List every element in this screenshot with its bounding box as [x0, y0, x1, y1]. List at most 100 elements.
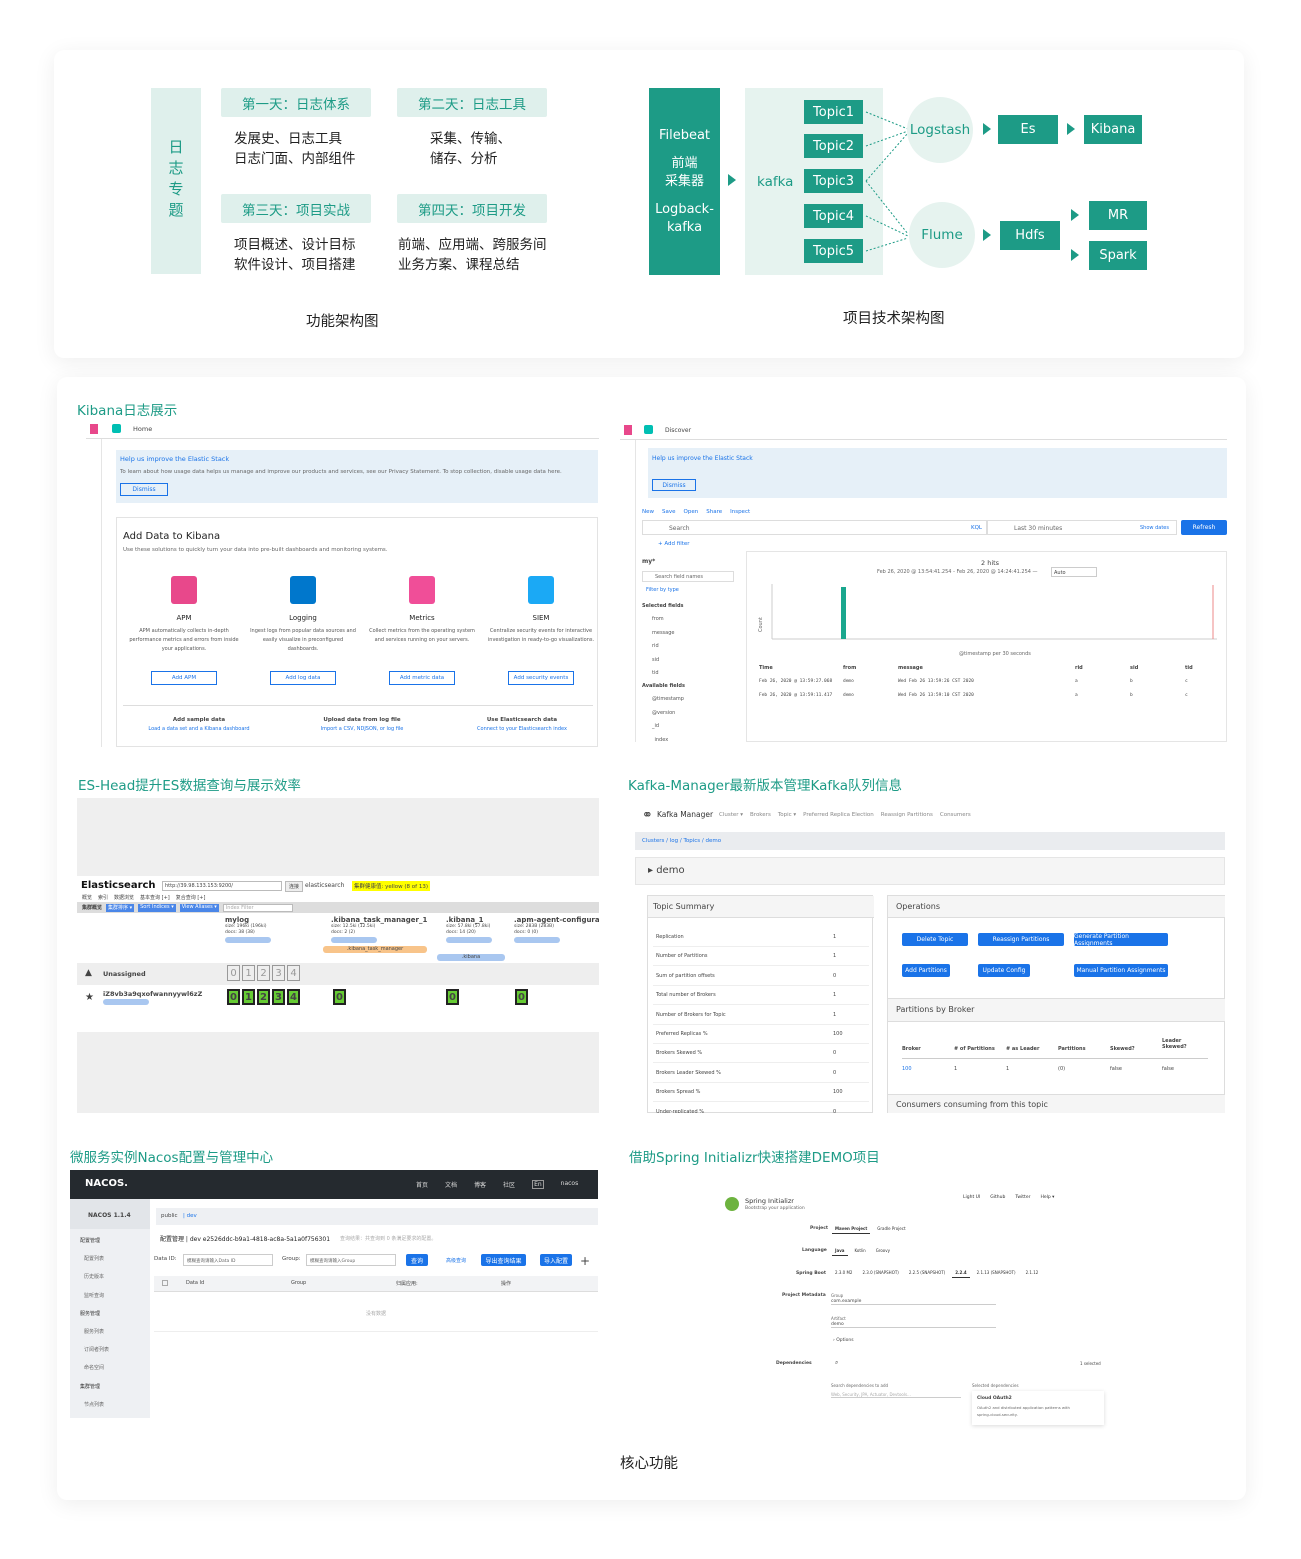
es-url-input[interactable]: http://39.98.133.153:9200/	[162, 881, 282, 891]
index-actions[interactable]	[331, 937, 377, 943]
top-link[interactable]: Light UI	[963, 1195, 980, 1200]
top-nav-item[interactable]: En	[532, 1180, 544, 1189]
search-input[interactable]: Search KQL	[642, 520, 987, 535]
interval-select[interactable]: Auto	[1051, 567, 1097, 577]
top-nav-item[interactable]: 博客	[474, 1180, 486, 1189]
menu-group[interactable]: 配置管理	[80, 1237, 100, 1244]
menu-item[interactable]: 配置列表	[84, 1255, 104, 1262]
option-chip[interactable]: Maven Project	[832, 1224, 871, 1234]
group-field[interactable]: com.example	[831, 1299, 996, 1305]
top-nav-item[interactable]: 社区	[503, 1180, 515, 1189]
available-field[interactable]: _index	[652, 737, 668, 743]
tile-button[interactable]: Add security events	[508, 671, 574, 685]
generate-assignments-button[interactable]: Generate Partition Assignments	[1074, 933, 1168, 947]
add-filter-link[interactable]: + Add filter	[658, 541, 690, 547]
available-field[interactable]: @version	[652, 710, 675, 716]
menu-item[interactable]: 服务列表	[84, 1328, 104, 1335]
primary-shard[interactable]: 0	[227, 989, 240, 1005]
menu-item[interactable]: Open	[684, 509, 699, 515]
options-toggle[interactable]: › Options	[833, 1338, 854, 1343]
footer-link[interactable]: Load a data set and a Kibana dashboard	[129, 726, 269, 732]
index-actions[interactable]	[514, 937, 560, 943]
search-icon[interactable]: ⌕	[835, 1359, 838, 1367]
eshead-toolbar-item[interactable]: View Aliases ▾	[179, 904, 219, 912]
menu-item[interactable]: Save	[662, 509, 676, 515]
tile-button[interactable]: Add APM	[151, 671, 217, 685]
option-chip[interactable]: Java	[832, 1246, 848, 1256]
advanced-query-link[interactable]: 高级查询	[446, 1257, 466, 1264]
option-chip[interactable]: 2.2.4	[952, 1268, 970, 1278]
nav-item[interactable]: Reassign Partitions	[881, 812, 933, 818]
nav-item[interactable]: Cluster ▾	[719, 812, 743, 818]
option-chip[interactable]: Gradle Project	[874, 1224, 908, 1234]
pbb-cell[interactable]: 100	[902, 1066, 912, 1072]
menu-item[interactable]: 命名空间	[84, 1364, 104, 1371]
option-chip[interactable]: 2.1.13 (SNAPSHOT)	[974, 1268, 1019, 1278]
footer-link[interactable]: Connect to your Elasticsearch index	[452, 726, 592, 732]
group-input[interactable]: 模糊查询请输入Group	[306, 1254, 396, 1266]
tab-home[interactable]: Home	[133, 425, 152, 433]
eshead-tab[interactable]: 概览	[82, 894, 92, 901]
eshead-toolbar-item[interactable]: Sort Indices ▾	[138, 904, 176, 912]
index-pattern[interactable]: my*	[642, 558, 655, 565]
eshead-tab[interactable]: 基本查询 [+]	[140, 894, 170, 901]
option-chip[interactable]: 2.3.0 (SNAPSHOT)	[859, 1268, 901, 1278]
add-partitions-button[interactable]: Add Partitions	[902, 964, 950, 977]
menu-item[interactable]: 监听查询	[84, 1292, 104, 1299]
available-field[interactable]: @timestamp	[652, 696, 684, 702]
available-field[interactable]: _id	[652, 723, 659, 729]
menu-item[interactable]: 历史版本	[84, 1273, 104, 1280]
top-link[interactable]: Twitter	[1015, 1195, 1030, 1200]
export-button[interactable]: 导出查询结果	[481, 1254, 526, 1266]
tile-button[interactable]: Add metric data	[389, 671, 455, 685]
field-item[interactable]: tid	[652, 670, 659, 676]
primary-shard[interactable]: 4	[287, 989, 300, 1005]
nav-item[interactable]: Brokers	[750, 812, 771, 818]
top-nav-item[interactable]: 首页	[416, 1180, 428, 1189]
field-item[interactable]: message	[652, 630, 674, 636]
reassign-partitions-button[interactable]: Reassign Partitions	[978, 933, 1064, 946]
index-filter-input[interactable]: Index Filter	[222, 904, 293, 912]
tab-discover[interactable]: Discover	[665, 427, 691, 434]
primary-shard[interactable]: 1	[242, 989, 255, 1005]
eshead-tab[interactable]: 复合查询 [+]	[176, 894, 206, 901]
breadcrumb[interactable]: Clusters / log / Topics / demo	[642, 838, 721, 844]
menu-item[interactable]: New	[642, 509, 654, 515]
delete-topic-button[interactable]: Delete Topic	[902, 933, 968, 946]
menu-item[interactable]: Share	[706, 509, 722, 515]
option-chip[interactable]: Kotlin	[852, 1246, 869, 1256]
import-button[interactable]: 导入配置	[540, 1254, 572, 1266]
time-picker[interactable]: Last 30 minutes Show dates	[987, 520, 1177, 535]
index-actions[interactable]	[446, 937, 492, 943]
manual-assignments-button[interactable]: Manual Partition Assignments	[1074, 964, 1168, 977]
dismiss-button[interactable]: Dismiss	[652, 479, 696, 491]
dismiss-button[interactable]: Dismiss	[120, 483, 168, 496]
tile-button[interactable]: Add log data	[270, 671, 336, 685]
connect-button[interactable]: 连接	[285, 881, 304, 892]
index-actions[interactable]	[225, 937, 271, 943]
field-item[interactable]: sid	[652, 657, 659, 663]
option-chip[interactable]: 2.2.5 (SNAPSHOT)	[906, 1268, 948, 1278]
option-chip[interactable]: 2.3.0 M2	[832, 1268, 855, 1278]
ns-public[interactable]: public	[161, 1213, 178, 1219]
menu-item[interactable]: 订阅者列表	[84, 1346, 109, 1353]
dataid-input[interactable]: 模糊查询请输入Data ID	[183, 1254, 273, 1266]
menu-group[interactable]: 服务管理	[80, 1310, 100, 1317]
primary-shard[interactable]: 0	[446, 989, 459, 1005]
top-nav-item[interactable]: nacos	[561, 1180, 579, 1189]
dependency-card[interactable]: Cloud OAuth2 OAuth2 and distributed appl…	[972, 1391, 1104, 1425]
field-item[interactable]: rid	[652, 643, 659, 649]
update-config-button[interactable]: Update Config	[978, 964, 1030, 977]
dependency-search-input[interactable]: Web, Security, JPA, Actuator, Devtools..…	[831, 1392, 961, 1398]
eshead-tab[interactable]: 索引	[98, 894, 108, 901]
top-nav-item[interactable]: 文档	[445, 1180, 457, 1189]
nav-item[interactable]: Preferred Replica Election	[803, 812, 874, 818]
menu-item[interactable]: Inspect	[730, 509, 750, 515]
option-chip[interactable]: Groovy	[873, 1246, 893, 1256]
eshead-toolbar-item[interactable]: 集群排序 ▾	[106, 904, 135, 912]
artifact-field[interactable]: demo	[831, 1322, 996, 1328]
query-button[interactable]: 查询	[406, 1254, 428, 1266]
ns-dev[interactable]: | dev	[183, 1213, 197, 1219]
nav-item[interactable]: Consumers	[940, 812, 971, 818]
top-link[interactable]: Github	[990, 1195, 1005, 1200]
